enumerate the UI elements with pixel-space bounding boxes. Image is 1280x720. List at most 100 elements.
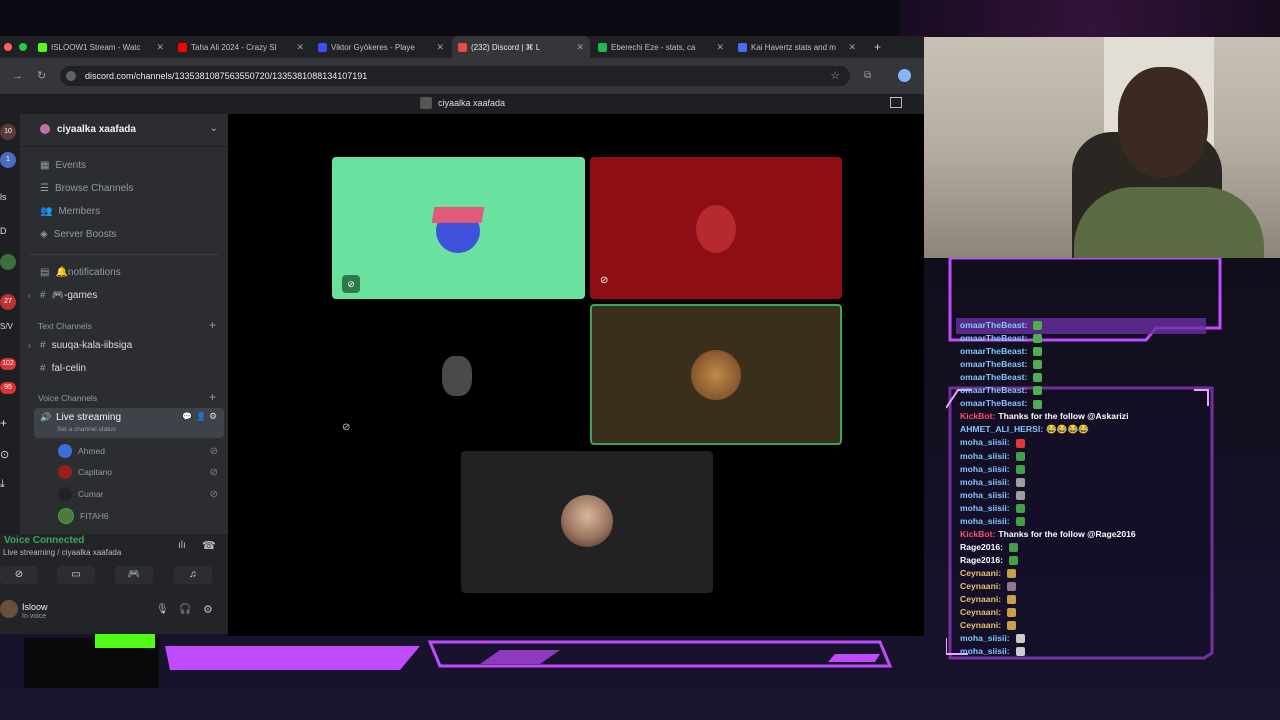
new-tab-button[interactable]: +	[868, 36, 888, 58]
nav-browse-channels[interactable]: ☰ Browse Channels	[40, 183, 133, 194]
profile-avatar[interactable]	[898, 69, 911, 82]
voice-channels-header[interactable]: Voice Channels	[38, 393, 97, 403]
chat-username[interactable]: moha_siisii:	[960, 646, 1010, 656]
channel-notifications[interactable]: ▤ 🔔notifications	[40, 267, 121, 278]
minimize-dot[interactable]	[19, 43, 27, 51]
bookmark-star-icon[interactable]: ☆	[830, 69, 840, 82]
noise-suppression-icon[interactable]: ılı	[178, 540, 186, 551]
channel-status-input[interactable]: Set a channel status	[57, 426, 116, 433]
chat-username[interactable]: moha_siisii:	[960, 516, 1010, 526]
server-badge[interactable]: 1	[0, 152, 16, 168]
chat-username[interactable]: KickBot:	[960, 529, 995, 539]
headphones-icon[interactable]: 🎧	[179, 604, 191, 615]
server-badge[interactable]: 27	[0, 294, 16, 310]
server-badge[interactable]: 10	[0, 124, 16, 140]
participant-tile[interactable]	[461, 451, 713, 593]
voice-member[interactable]: Cumar ⊘	[58, 487, 226, 501]
chat-username[interactable]: moha_siisii:	[960, 633, 1010, 643]
close-icon[interactable]: ✕	[296, 42, 304, 53]
popout-icon[interactable]	[890, 97, 902, 108]
discover-icon[interactable]: ⊙	[0, 448, 9, 461]
username[interactable]: Isloow	[22, 602, 48, 612]
chat-username[interactable]: omaarTheBeast:	[960, 320, 1027, 330]
extensions-icon[interactable]: ⧉	[864, 70, 871, 81]
channel-fal-celin[interactable]: # fal-celin	[40, 363, 86, 374]
browser-tab[interactable]: Eberechi Eze - stats, ca ✕	[592, 36, 730, 58]
chat-username[interactable]: moha_siisii:	[960, 464, 1010, 474]
invite-icon[interactable]: 👤	[196, 412, 206, 421]
gear-icon[interactable]: ⚙	[209, 411, 217, 422]
voice-member[interactable]: Capitano ⊘	[58, 465, 226, 479]
forward-icon[interactable]: →	[12, 70, 23, 82]
channel-games[interactable]: › # 🎮-games	[28, 290, 97, 301]
nav-members[interactable]: 👥 Members	[40, 206, 100, 217]
chat-username[interactable]: omaarTheBeast:	[960, 372, 1027, 382]
participant-tile[interactable]: ⊘	[590, 157, 842, 299]
voice-channel-live-streaming[interactable]: 🔊 Live streaming Set a channel status 💬 …	[34, 408, 224, 438]
browser-tab[interactable]: Viktor Gyökeres - Playe ✕	[312, 36, 450, 58]
server-label[interactable]: S/V	[0, 322, 13, 331]
close-icon[interactable]: ✕	[436, 42, 444, 53]
browser-tab[interactable]: Taha Ali 2024 - Crazy Sl ✕	[172, 36, 310, 58]
browser-tab[interactable]: ISLOOW1 Stream - Watc ✕	[32, 36, 170, 58]
nav-server-boosts[interactable]: ◈ Server Boosts	[40, 229, 117, 240]
chat-username[interactable]: moha_siisii:	[960, 490, 1010, 500]
reload-icon[interactable]: ↻	[37, 69, 46, 82]
add-channel-icon[interactable]: +	[209, 390, 216, 404]
activity-icon[interactable]: 🎮	[115, 566, 153, 584]
chat-username[interactable]: Ceynaani:	[960, 594, 1001, 604]
chat-username[interactable]: Ceynaani:	[960, 581, 1001, 591]
participant-tile[interactable]: ⊘	[332, 304, 585, 445]
video-off-icon[interactable]: ⊘	[0, 566, 38, 584]
close-dot[interactable]	[4, 43, 12, 51]
server-label[interactable]: ls	[0, 192, 7, 202]
avatar[interactable]	[0, 600, 18, 618]
chat-icon[interactable]: 💬	[182, 412, 192, 421]
browser-tab-active[interactable]: (232) Discord | ⌘ L ✕	[452, 36, 590, 58]
participant-tile[interactable]: ⊘	[332, 157, 585, 299]
add-server-icon[interactable]: +	[0, 416, 7, 430]
disconnect-icon[interactable]: ☎	[202, 539, 216, 552]
chat-username[interactable]: omaarTheBeast:	[960, 385, 1027, 395]
server-badge[interactable]: 102	[0, 358, 16, 370]
close-icon[interactable]: ✕	[576, 42, 584, 53]
chat-username[interactable]: moha_siisii:	[960, 503, 1010, 513]
nav-events[interactable]: ▦ Events	[40, 160, 86, 171]
chat-username[interactable]: omaarTheBeast:	[960, 346, 1027, 356]
screen-share-icon[interactable]: ▭	[57, 566, 95, 584]
chat-username[interactable]: KickBot:	[960, 411, 995, 421]
channel-suuqa[interactable]: › # suuqa-kala-iibsiga	[28, 340, 132, 351]
chat-username[interactable]: Ceynaani:	[960, 620, 1001, 630]
add-channel-icon[interactable]: +	[209, 318, 216, 332]
text-channels-header[interactable]: Text Channels	[38, 321, 92, 331]
server-icon[interactable]	[0, 254, 16, 270]
chat-username[interactable]: Rage2016:	[960, 542, 1003, 552]
gear-icon[interactable]: ⚙	[203, 603, 213, 616]
chat-username[interactable]: moha_siisii:	[960, 451, 1010, 461]
server-badge[interactable]: 95	[0, 382, 16, 394]
server-label[interactable]: D	[0, 226, 7, 236]
chat-username[interactable]: AHMET_ALI_HERSI:	[960, 424, 1043, 434]
soundboard-icon[interactable]: ♫	[174, 566, 212, 584]
chat-username[interactable]: moha_siisii:	[960, 477, 1010, 487]
voice-member[interactable]: Ahmed ⊘	[58, 444, 226, 458]
address-bar[interactable]: discord.com/channels/1335381087563550720…	[60, 66, 850, 86]
close-icon[interactable]: ✕	[716, 42, 724, 53]
chat-username[interactable]: omaarTheBeast:	[960, 398, 1027, 408]
server-header[interactable]: ciyaalka xaafada ⌄	[20, 114, 228, 147]
chat-username[interactable]: omaarTheBeast:	[960, 333, 1027, 343]
chat-username[interactable]: moha_siisii:	[960, 437, 1010, 447]
chat-username[interactable]: omaarTheBeast:	[960, 359, 1027, 369]
close-icon[interactable]: ✕	[156, 42, 164, 53]
chat-username[interactable]: Ceynaani:	[960, 568, 1001, 578]
voice-connected-subtitle[interactable]: Live streaming / ciyaalka xaafada	[3, 548, 121, 557]
voice-connected-title[interactable]: Voice Connected	[4, 535, 84, 546]
chat-username[interactable]: Ceynaani:	[960, 607, 1001, 617]
voice-member[interactable]: FITAH6	[58, 508, 226, 524]
close-icon[interactable]: ✕	[848, 42, 856, 53]
site-info-icon[interactable]	[66, 71, 76, 81]
chat-username[interactable]: Rage2016:	[960, 555, 1003, 565]
microphone-icon[interactable]: 🎙	[156, 604, 169, 615]
download-icon[interactable]: ⤓	[0, 478, 5, 491]
participant-tile-speaking[interactable]	[590, 304, 842, 445]
